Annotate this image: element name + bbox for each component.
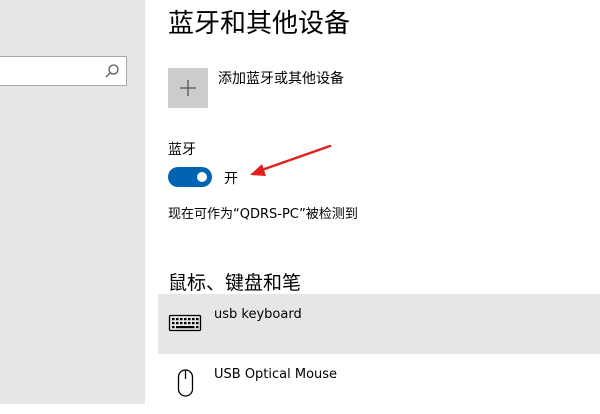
keyboard-icon (168, 314, 202, 332)
device-name: USB Optical Mouse (214, 367, 338, 382)
plus-icon (180, 80, 196, 96)
device-row-keyboard[interactable]: usb keyboard (158, 294, 600, 354)
add-device-label[interactable]: 添加蓝牙或其他设备 (218, 70, 344, 88)
annotation-arrow-icon (250, 144, 332, 176)
search-input[interactable] (5, 61, 99, 83)
toggle-knob (197, 172, 207, 182)
search-icon[interactable] (104, 63, 120, 79)
bluetooth-label: 蓝牙 (168, 142, 196, 158)
page-title: 蓝牙和其他设备 (168, 9, 351, 39)
bluetooth-toggle[interactable] (168, 167, 212, 187)
discoverable-text: 现在可作为“QDRS-PC”被检测到 (168, 207, 358, 222)
add-device-button[interactable]: 添加蓝牙或其他设备 (168, 68, 344, 108)
main-content: 蓝牙和其他设备 添加蓝牙或其他设备 蓝牙 开 现在可作为“QDRS-PC”被检测… (145, 0, 600, 404)
search-box[interactable] (0, 56, 127, 86)
device-name: usb keyboard (214, 307, 302, 322)
add-device-tile[interactable] (168, 68, 208, 108)
bluetooth-state-text: 开 (224, 171, 238, 187)
sidebar (0, 0, 145, 404)
section-title-mouse-keyboard-pen: 鼠标、键盘和笔 (168, 272, 302, 294)
device-row-mouse[interactable]: USB Optical Mouse (158, 354, 600, 414)
mouse-icon (177, 369, 194, 397)
